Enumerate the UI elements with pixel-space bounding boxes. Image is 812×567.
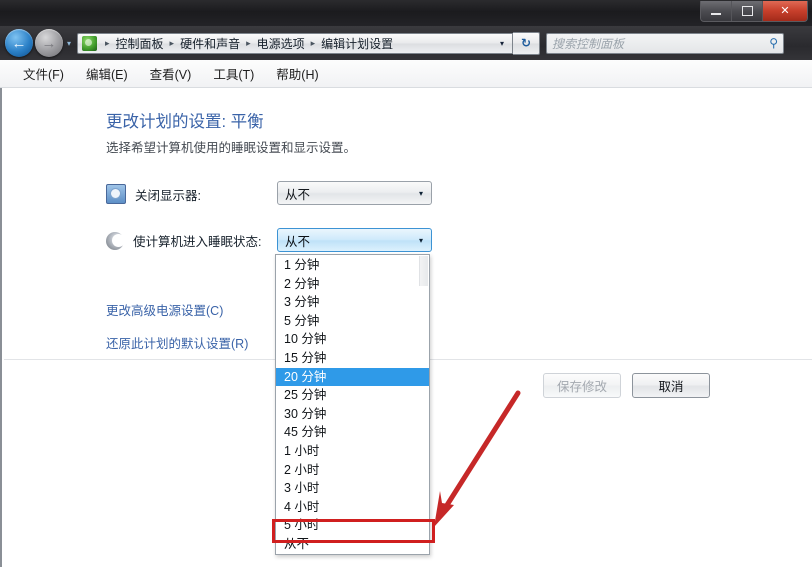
menu-item-help[interactable]: 帮助(H): [265, 61, 329, 86]
sleep-dropdown-list[interactable]: 1 分钟 2 分钟 3 分钟 5 分钟 10 分钟 15 分钟 20 分钟 25 分钟 30 分…: [275, 254, 430, 555]
close-button[interactable]: ✕: [763, 1, 807, 21]
back-arrow-icon: ←: [11, 34, 27, 52]
power-options-window: ✕ ← → ▾ ▸ 控制面板 ▸ 硬件和声音 ▸ 电源选项 ▸ 编辑计划设置 ▾…: [0, 0, 812, 567]
menu-item-edit[interactable]: 编辑(E): [75, 61, 139, 86]
save-changes-button[interactable]: 保存修改: [543, 373, 621, 398]
minimize-button[interactable]: [701, 1, 732, 21]
dropdown-item[interactable]: 20 分钟: [276, 367, 429, 387]
link-restore-plan-defaults[interactable]: 还原此计划的默认设置(R): [106, 333, 248, 352]
dropdown-item[interactable]: 1 小时: [276, 442, 429, 461]
sleep-row: 使计算机进入睡眠状态:: [106, 231, 261, 250]
link-advanced-power-settings[interactable]: 更改高级电源设置(C): [106, 300, 223, 319]
refresh-button[interactable]: ↻: [513, 31, 540, 55]
navigation-bar: ← → ▾ ▸ 控制面板 ▸ 硬件和声音 ▸ 电源选项 ▸ 编辑计划设置 ▾ ↻…: [0, 26, 812, 60]
close-icon: ✕: [780, 4, 790, 17]
menu-item-file[interactable]: 文件(F): [12, 61, 75, 86]
cancel-label: 取消: [658, 380, 684, 394]
breadcrumb-separator: ▸: [169, 37, 175, 48]
dropdown-item[interactable]: 2 分钟: [276, 275, 429, 294]
title-bar: ✕: [0, 0, 812, 26]
address-dropdown-icon[interactable]: ▾: [496, 39, 510, 48]
dropdown-scrollbar[interactable]: [419, 256, 428, 286]
page-title: 更改计划的设置: 平衡: [106, 113, 264, 131]
window-controls: ✕: [700, 1, 808, 22]
breadcrumb-separator: ▸: [105, 37, 110, 48]
annotation-highlight-box: [272, 519, 435, 543]
menu-item-view[interactable]: 查看(V): [139, 61, 203, 86]
forward-arrow-icon: →: [41, 34, 57, 52]
search-icon: ⚲: [769, 36, 778, 50]
maximize-button[interactable]: [732, 1, 763, 21]
dropdown-item[interactable]: 25 分钟: [276, 386, 429, 405]
display-off-value: 从不: [285, 187, 311, 202]
address-bar[interactable]: ▸ 控制面板 ▸ 硬件和声音 ▸ 电源选项 ▸ 编辑计划设置 ▾: [77, 32, 513, 54]
monitor-icon: [106, 184, 126, 204]
search-input[interactable]: 搜索控制面板: [552, 35, 769, 52]
dropdown-item[interactable]: 3 分钟: [276, 293, 429, 312]
forward-button[interactable]: →: [35, 29, 63, 57]
page-subtitle: 选择希望计算机使用的睡眠设置和显示设置。: [106, 141, 357, 155]
display-off-row: 关闭显示器:: [106, 184, 201, 204]
breadcrumb-separator: ▸: [246, 37, 251, 48]
sleep-combobox[interactable]: 从不 ▾: [277, 228, 432, 252]
breadcrumb-separator: ▸: [310, 37, 316, 48]
display-off-label: 关闭显示器:: [135, 188, 201, 203]
control-panel-icon: [82, 35, 97, 51]
sleep-label: 使计算机进入睡眠状态:: [133, 235, 262, 249]
breadcrumb-item-control-panel[interactable]: 控制面板: [115, 35, 165, 52]
chevron-down-icon: ▾: [418, 188, 423, 198]
display-off-combobox[interactable]: 从不 ▾: [277, 181, 432, 205]
dropdown-item[interactable]: 15 分钟: [276, 349, 429, 368]
chevron-down-icon: ▾: [66, 38, 71, 48]
breadcrumb-item-hardware-sound[interactable]: 硬件和声音: [179, 35, 241, 52]
breadcrumb-item-edit-plan-settings[interactable]: 编辑计划设置: [320, 35, 394, 52]
menu-item-tools[interactable]: 工具(T): [202, 61, 265, 86]
back-button[interactable]: ←: [5, 29, 33, 57]
save-changes-label: 保存修改: [556, 380, 607, 394]
search-box[interactable]: 搜索控制面板 ⚲: [546, 32, 784, 54]
dropdown-item[interactable]: 4 小时: [276, 498, 429, 517]
minimize-icon: [711, 13, 721, 15]
dropdown-item[interactable]: 30 分钟: [276, 405, 429, 424]
moon-icon: [106, 231, 125, 250]
menu-bar: 文件(F) 编辑(E) 查看(V) 工具(T) 帮助(H): [0, 60, 812, 88]
dropdown-item[interactable]: 1 分钟: [276, 256, 429, 275]
breadcrumb-item-power-options[interactable]: 电源选项: [256, 35, 306, 52]
dropdown-item[interactable]: 3 小时: [276, 479, 429, 498]
dropdown-item[interactable]: 5 分钟: [276, 312, 429, 331]
dropdown-item[interactable]: 45 分钟: [276, 423, 429, 442]
recent-pages-button[interactable]: ▾: [63, 39, 75, 48]
maximize-icon: [741, 6, 753, 16]
sleep-value: 从不: [285, 234, 311, 249]
dropdown-item[interactable]: 2 小时: [276, 461, 429, 480]
refresh-icon: ↻: [520, 36, 532, 50]
chevron-down-icon: ▾: [418, 235, 423, 245]
cancel-button[interactable]: 取消: [632, 373, 710, 398]
dropdown-item[interactable]: 10 分钟: [276, 330, 429, 349]
